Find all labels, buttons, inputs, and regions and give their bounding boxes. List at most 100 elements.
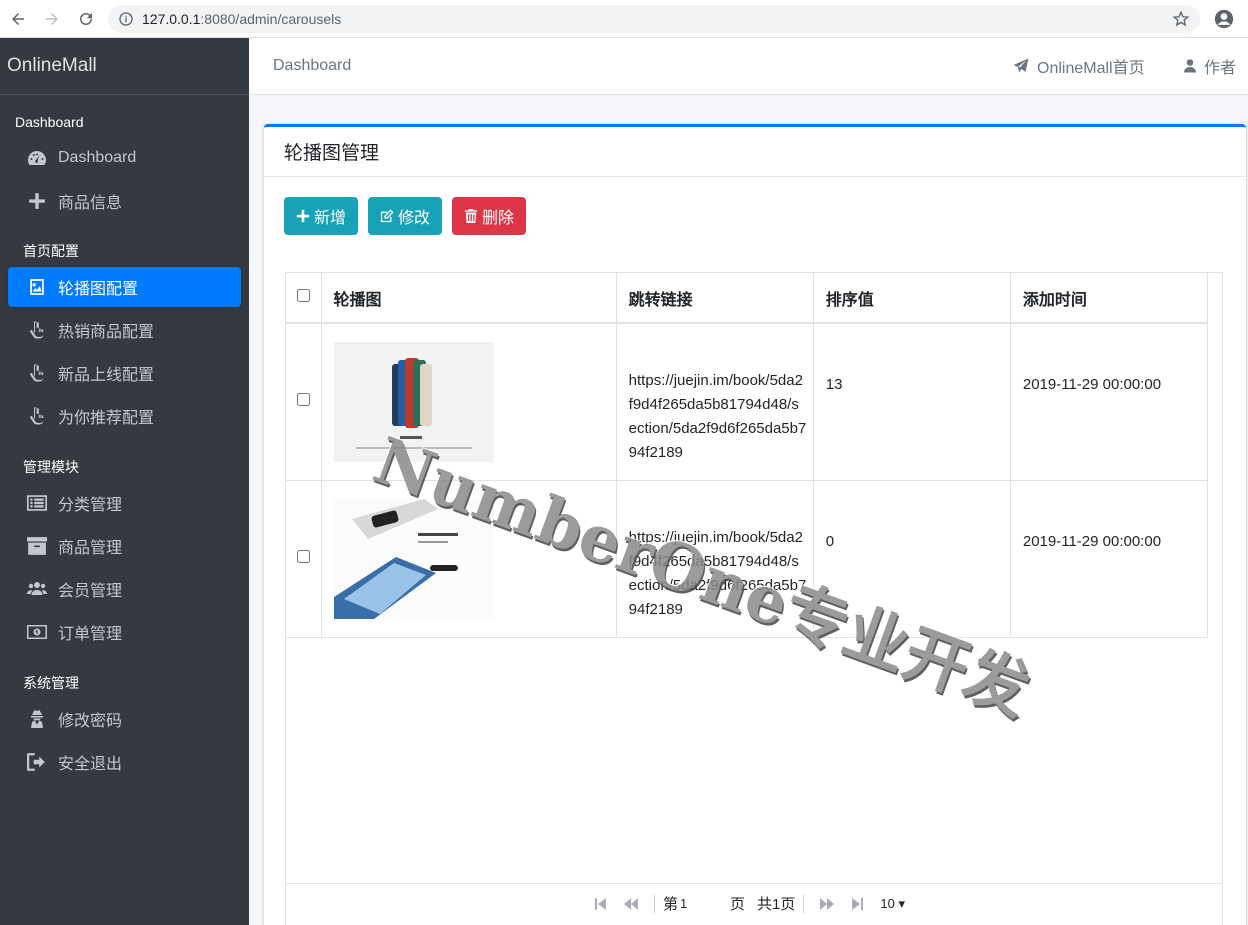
hand-pointer-icon <box>26 364 48 382</box>
address-bar[interactable]: 127.0.0.1:8080/admin/carousels <box>108 5 1200 33</box>
prev-page-icon[interactable] <box>624 897 638 911</box>
rank-cell: 0 <box>813 480 1011 638</box>
link-cell[interactable]: https://juejin.im/book/5da2f9d4f265da5b8… <box>616 323 814 481</box>
nav-header-homepage-config: 首页配置 <box>23 243 79 259</box>
brand-logo[interactable]: OnlineMall <box>0 38 249 95</box>
sidebar-item-label: 为你推荐配置 <box>58 410 155 427</box>
user-icon <box>1184 59 1196 73</box>
table-row[interactable]: https://juejin.im/book/5da2f9d4f265da5b8… <box>286 323 1209 481</box>
sidebar-item-label: 安全退出 <box>58 756 123 773</box>
profile-icon[interactable] <box>1214 9 1234 29</box>
sidebar-item-label: 分类管理 <box>58 497 123 514</box>
bookmark-star-icon[interactable] <box>1172 10 1190 28</box>
paper-plane-icon <box>1013 58 1029 73</box>
home-link-label: OnlineMall首页 <box>1037 60 1145 77</box>
sidebar-item-logout[interactable]: 安全退出 <box>8 742 241 782</box>
total-pages: 共1页 <box>757 896 796 913</box>
select-all-checkbox[interactable] <box>296 288 310 302</box>
link-cell[interactable]: https://juejin.im/book/5da2f9d4f265da5b8… <box>616 480 814 638</box>
sidebar-item-label: 轮播图配置 <box>58 281 139 298</box>
card-title: 轮播图管理 <box>264 127 1246 177</box>
row-checkbox[interactable] <box>296 393 310 407</box>
action-toolbar: 新增 修改 删除 <box>284 197 536 235</box>
plus-icon <box>26 192 48 210</box>
nav-header-system: 系统管理 <box>23 675 79 691</box>
carousel-image-cell <box>321 480 617 638</box>
sidebar-item-label: 商品信息 <box>58 195 123 212</box>
row-checkbox[interactable] <box>296 550 310 563</box>
home-link[interactable]: OnlineMall首页 <box>1013 54 1145 78</box>
page-number-input[interactable]: 1 <box>680 896 730 911</box>
browser-toolbar: 127.0.0.1:8080/admin/carousels <box>0 0 1248 38</box>
nav-header-dashboard: Dashboard <box>15 114 84 130</box>
sidebar-item-members[interactable]: 会员管理 <box>8 569 241 609</box>
image-icon <box>26 278 48 296</box>
arrow-right-icon <box>46 12 58 25</box>
nav-header-management: 管理模块 <box>23 459 79 475</box>
back-button[interactable] <box>2 3 34 35</box>
carousel-image-iphone <box>333 341 494 462</box>
delete-button[interactable]: 删除 <box>452 197 527 235</box>
sidebar-item-dashboard[interactable]: Dashboard <box>8 138 241 178</box>
carousel-image-cell <box>321 323 617 481</box>
column-header-image[interactable]: 轮播图 <box>321 273 617 324</box>
sidebar-item-recommend[interactable]: 为你推荐配置 <box>8 396 241 436</box>
top-navbar: Dashboard OnlineMall首页 作者 <box>249 38 1248 95</box>
edit-button[interactable]: 修改 <box>368 197 443 235</box>
edit-button-label: 修改 <box>398 210 431 227</box>
carousel-table: 轮播图 跳转链接 排序值 添加时间 https://juejin.im/book… <box>286 273 1209 638</box>
sidebar-item-label: 修改密码 <box>58 713 123 730</box>
sidebar-item-new-products[interactable]: 新品上线配置 <box>8 353 241 393</box>
reload-icon <box>80 12 92 25</box>
sidebar-item-category[interactable]: 分类管理 <box>8 483 241 523</box>
sidebar-item-orders[interactable]: 订单管理 <box>8 612 241 652</box>
breadcrumb[interactable]: Dashboard <box>273 57 351 75</box>
carousel-image-huawei <box>333 498 494 619</box>
sidebar-item-product-info[interactable]: 商品信息 <box>8 181 241 221</box>
carousel-card: 轮播图管理 新增 修改 删除 轮播图 跳转链接 排序值 添加时间 https:/… <box>264 124 1246 925</box>
add-button-label: 新增 <box>314 210 347 227</box>
tachometer-icon <box>26 149 48 167</box>
select-all-cell <box>286 273 322 324</box>
page-size-value: 10 <box>880 895 895 911</box>
hand-pointer-icon <box>26 407 48 425</box>
sidebar-item-label: 商品管理 <box>58 540 123 557</box>
table-row[interactable]: https://juejin.im/book/5da2f9d4f265da5b8… <box>286 480 1209 638</box>
column-header-rank[interactable]: 排序值 <box>813 273 1011 324</box>
list-icon <box>26 494 48 512</box>
page-prefix: 第 <box>663 896 679 913</box>
author-link[interactable]: 作者 <box>1184 54 1236 78</box>
column-header-time[interactable]: 添加时间 <box>1010 273 1209 324</box>
next-page-icon[interactable] <box>820 897 835 911</box>
column-header-link[interactable]: 跳转链接 <box>616 273 814 324</box>
rank-cell: 13 <box>813 323 1011 481</box>
page-size-select[interactable]: 10 ▾ <box>880 896 905 912</box>
reload-button[interactable] <box>70 3 102 35</box>
sidebar-item-label: 热销商品配置 <box>58 324 155 341</box>
row-select-cell <box>286 480 322 638</box>
page-suffix: 页 <box>730 896 746 913</box>
info-icon <box>119 12 133 26</box>
forward-button[interactable] <box>36 3 68 35</box>
sidebar-item-goods[interactable]: 商品管理 <box>8 526 241 566</box>
plus-icon <box>296 209 310 223</box>
sidebar-item-label: 会员管理 <box>58 583 123 600</box>
sidebar-item-label: 新品上线配置 <box>58 367 155 384</box>
edit-icon <box>380 209 394 223</box>
last-page-icon[interactable] <box>850 897 864 911</box>
trash-icon <box>464 209 478 223</box>
carousel-grid: 轮播图 跳转链接 排序值 添加时间 https://juejin.im/book… <box>285 272 1223 925</box>
add-button[interactable]: 新增 <box>284 197 359 235</box>
pager: 第 1 页 共1页 10 ▾ <box>586 893 905 914</box>
sidebar-item-carousel-config[interactable]: 轮播图配置 <box>8 267 241 307</box>
users-icon <box>26 580 48 598</box>
archive-icon <box>26 537 48 555</box>
sidebar: OnlineMall Dashboard Dashboard 商品信息 首页配置… <box>0 38 249 925</box>
first-page-icon[interactable] <box>594 897 608 911</box>
sidebar-item-change-password[interactable]: 修改密码 <box>8 699 241 739</box>
time-cell: 2019-11-29 00:00:00 <box>1010 323 1209 481</box>
pager-divider <box>286 883 1222 884</box>
sidebar-item-hot-products[interactable]: 热销商品配置 <box>8 310 241 350</box>
arrow-left-icon <box>12 12 24 25</box>
hand-pointer-icon <box>26 321 48 339</box>
